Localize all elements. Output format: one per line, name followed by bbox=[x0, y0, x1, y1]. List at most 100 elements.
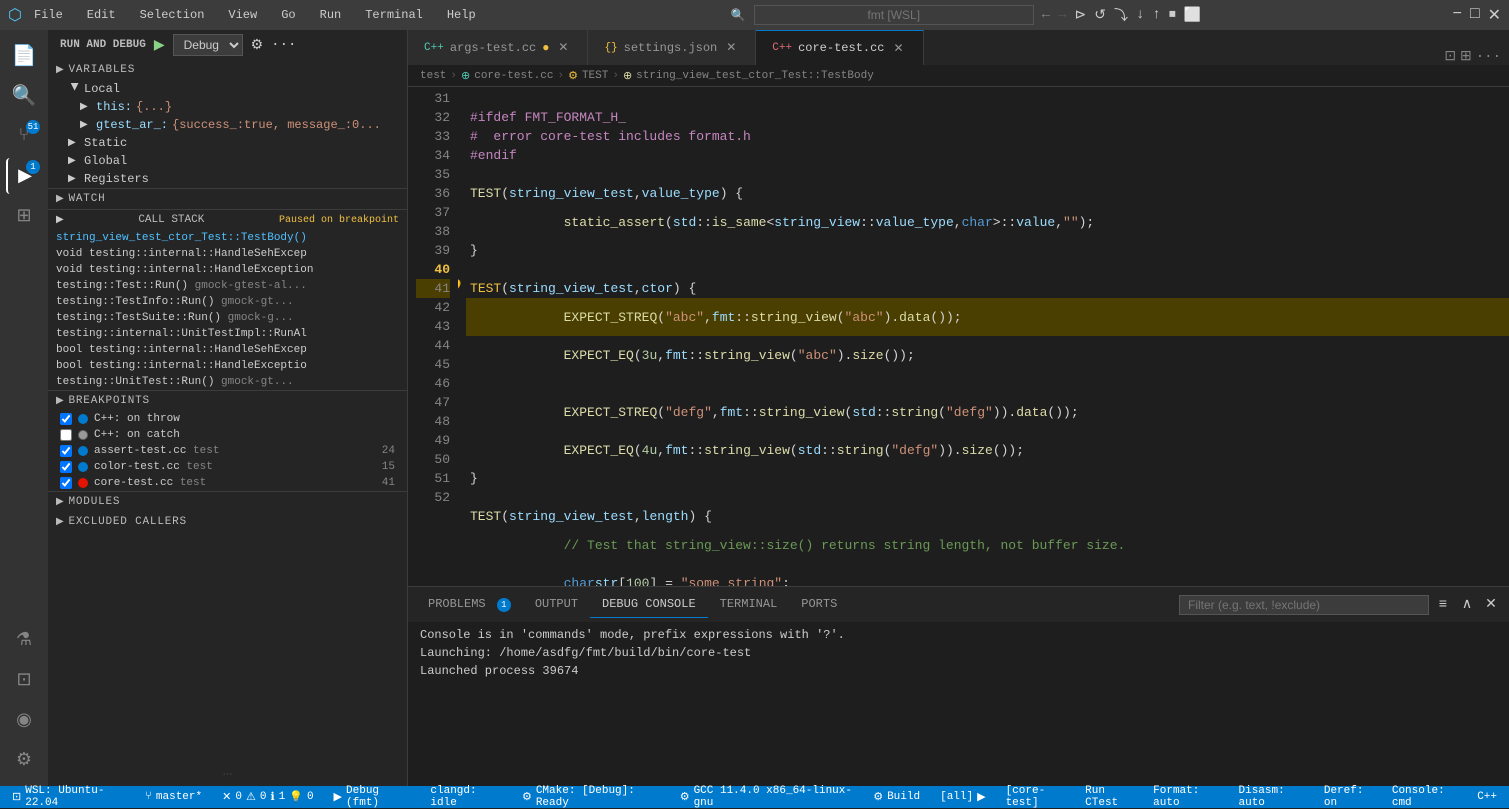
status-run-ctest[interactable]: Run CTest bbox=[1081, 785, 1141, 809]
menu-help[interactable]: Help bbox=[443, 6, 480, 24]
call-stack-item-6[interactable]: testing::internal::UnitTestImpl::RunAl bbox=[48, 326, 407, 342]
activity-accounts[interactable]: ◉ bbox=[6, 702, 42, 738]
activity-testing[interactable]: ⚗ bbox=[6, 622, 42, 658]
static-group[interactable]: ▶ Static bbox=[48, 134, 407, 152]
excluded-callers-section[interactable]: ▶ EXCLUDED CALLERS bbox=[48, 512, 407, 532]
panel-tab-problems[interactable]: PROBLEMS 1 bbox=[416, 591, 523, 619]
panel-tab-debug-console[interactable]: DEBUG CONSOLE bbox=[590, 591, 708, 618]
tab-settings-close[interactable]: ✕ bbox=[723, 40, 739, 56]
sidebar-resize-handle[interactable]: ⋯ bbox=[48, 764, 407, 786]
debug-run-icon[interactable]: ⊳ bbox=[1075, 7, 1087, 24]
breadcrumb-func-label[interactable]: string_view_test_ctor_Test::TestBody bbox=[636, 70, 874, 82]
status-disasm[interactable]: Disasm: auto bbox=[1235, 785, 1312, 809]
call-stack-item-7[interactable]: bool testing::internal::HandleSehExcep bbox=[48, 342, 407, 358]
watch-title[interactable]: ▶ WATCH bbox=[48, 189, 407, 209]
bp-catch-checkbox[interactable] bbox=[60, 429, 72, 441]
debug-stop-icon[interactable]: ⏹ bbox=[1169, 7, 1176, 23]
menu-terminal[interactable]: Terminal bbox=[361, 6, 427, 24]
more-actions-icon[interactable]: ··· bbox=[1476, 49, 1501, 65]
activity-source-control[interactable]: ⑂ 51 bbox=[6, 118, 42, 154]
more-options-icon[interactable]: ··· bbox=[271, 37, 296, 53]
panel-tab-ports[interactable]: PORTS bbox=[789, 591, 849, 618]
gear-icon[interactable]: ⚙ bbox=[251, 37, 264, 54]
global-group[interactable]: ▶ Global bbox=[48, 152, 407, 170]
bp-color-test[interactable]: color-test.cc test 15 bbox=[48, 459, 407, 475]
panel-list-view-icon[interactable]: ≡ bbox=[1433, 595, 1453, 615]
call-stack-arrow[interactable]: ▶ bbox=[56, 214, 64, 226]
status-clangd[interactable]: clangd: idle bbox=[426, 785, 506, 809]
activity-run-debug[interactable]: ▶ 1 bbox=[6, 158, 42, 194]
debug-layout-icon[interactable]: ⬜ bbox=[1184, 7, 1201, 24]
search-bar[interactable] bbox=[754, 5, 1034, 25]
status-build-all[interactable]: [all] ▶ bbox=[936, 790, 989, 804]
tab-args-test[interactable]: C++ args-test.cc ● ✕ bbox=[408, 30, 588, 65]
bp-core-checkbox[interactable] bbox=[60, 477, 72, 489]
breadcrumb-file[interactable]: ⊕ bbox=[461, 69, 470, 83]
menu-edit[interactable]: Edit bbox=[83, 6, 120, 24]
code-content[interactable]: #ifdef FMT_FORMAT_H_ # error core-test i… bbox=[458, 87, 1509, 586]
status-format[interactable]: Format: auto bbox=[1149, 785, 1226, 809]
status-gcc[interactable]: ⚙ GCC 11.4.0 x86_64-linux-gnu bbox=[676, 785, 858, 809]
run-icon-small[interactable]: ▶ bbox=[154, 37, 165, 54]
panel-collapse-icon[interactable]: ∧ bbox=[1457, 595, 1477, 615]
local-group[interactable]: ▶ Local bbox=[48, 80, 407, 98]
menu-go[interactable]: Go bbox=[277, 6, 299, 24]
tab-settings[interactable]: {} settings.json ✕ bbox=[588, 30, 756, 65]
registers-group[interactable]: ▶ Registers bbox=[48, 170, 407, 188]
gtest-variable[interactable]: ▶ gtest_ar_: {success_:true, message_:0.… bbox=[48, 116, 407, 134]
breadcrumb-test[interactable]: test bbox=[420, 70, 446, 82]
status-errors[interactable]: ✕ 0 ⚠ 0 ℹ 1 💡 0 bbox=[218, 790, 317, 804]
debug-config-dropdown[interactable]: Debug bbox=[173, 34, 243, 56]
bp-cpp-throw[interactable]: C++: on throw bbox=[48, 411, 407, 427]
call-stack-item-9[interactable]: testing::UnitTest::Run() gmock-gt... bbox=[48, 374, 407, 390]
call-stack-item-1[interactable]: void testing::internal::HandleSehExcep bbox=[48, 246, 407, 262]
call-stack-item-5[interactable]: testing::TestSuite::Run() gmock-g... bbox=[48, 310, 407, 326]
debug-step-out-icon[interactable]: ↑ bbox=[1152, 7, 1160, 23]
status-deref[interactable]: Deref: on bbox=[1320, 785, 1380, 809]
split-editor-icon[interactable]: ⊡ bbox=[1444, 48, 1456, 65]
nav-forward-icon[interactable]: → bbox=[1058, 7, 1066, 23]
tab-core-close[interactable]: ✕ bbox=[891, 40, 907, 56]
maximize-icon[interactable]: □ bbox=[1470, 5, 1480, 25]
tab-args-close[interactable]: ✕ bbox=[555, 40, 571, 56]
status-debugger[interactable]: ▶ Debug (fmt) bbox=[330, 785, 415, 809]
call-stack-item-3[interactable]: testing::Test::Run() gmock-gtest-al... bbox=[48, 278, 407, 294]
variables-title[interactable]: ▶ VARIABLES bbox=[48, 60, 407, 80]
tab-core-test[interactable]: C++ core-test.cc ✕ bbox=[756, 30, 923, 65]
menu-file[interactable]: File bbox=[30, 6, 67, 24]
bp-assert-test[interactable]: assert-test.cc test 24 bbox=[48, 443, 407, 459]
minimize-icon[interactable]: − bbox=[1452, 5, 1462, 25]
call-stack-item-8[interactable]: bool testing::internal::HandleExceptio bbox=[48, 358, 407, 374]
call-stack-item-0[interactable]: string_view_test_ctor_Test::TestBody() bbox=[48, 230, 407, 246]
this-variable[interactable]: ▶ this: {...} bbox=[48, 98, 407, 116]
activity-explorer[interactable]: 📄 bbox=[6, 38, 42, 74]
call-stack-item-2[interactable]: void testing::internal::HandleException bbox=[48, 262, 407, 278]
status-git[interactable]: ⑂ master* bbox=[141, 791, 206, 803]
modules-section[interactable]: ▶ MODULES bbox=[48, 492, 407, 512]
activity-remote[interactable]: ⊡ bbox=[6, 662, 42, 698]
status-wsl[interactable]: ⊡ WSL: Ubuntu-22.04 bbox=[8, 785, 129, 809]
status-core-test[interactable]: [core-test] bbox=[1002, 785, 1074, 809]
menu-selection[interactable]: Selection bbox=[136, 6, 209, 24]
debug-restart-icon[interactable]: ↺ bbox=[1094, 7, 1106, 24]
menu-view[interactable]: View bbox=[224, 6, 261, 24]
activity-search[interactable]: 🔍 bbox=[6, 78, 42, 114]
breakpoints-title[interactable]: ▶ BREAKPOINTS bbox=[48, 391, 407, 411]
panel-tab-output[interactable]: OUTPUT bbox=[523, 591, 590, 618]
call-stack-item-4[interactable]: testing::TestInfo::Run() gmock-gt... bbox=[48, 294, 407, 310]
panel-tab-terminal[interactable]: TERMINAL bbox=[708, 591, 790, 618]
bp-cpp-catch[interactable]: C++: on catch bbox=[48, 427, 407, 443]
bp-throw-checkbox[interactable] bbox=[60, 413, 72, 425]
bp-assert-checkbox[interactable] bbox=[60, 445, 72, 457]
bp-color-checkbox[interactable] bbox=[60, 461, 72, 473]
nav-back-icon[interactable]: ← bbox=[1042, 7, 1050, 23]
status-console[interactable]: Console: cmd bbox=[1388, 785, 1465, 809]
debug-step-into-icon[interactable]: ↓ bbox=[1136, 7, 1144, 23]
activity-extensions[interactable]: ⊞ bbox=[6, 198, 42, 234]
status-cmake[interactable]: ⚙ CMake: [Debug]: Ready bbox=[518, 785, 664, 809]
menu-run[interactable]: Run bbox=[316, 6, 346, 24]
editor-layout-icon[interactable]: ⊞ bbox=[1460, 48, 1472, 65]
close-icon[interactable]: ✕ bbox=[1488, 5, 1501, 25]
breadcrumb-file-label[interactable]: core-test.cc bbox=[474, 70, 553, 82]
bp-core-test[interactable]: core-test.cc test 41 bbox=[48, 475, 407, 491]
